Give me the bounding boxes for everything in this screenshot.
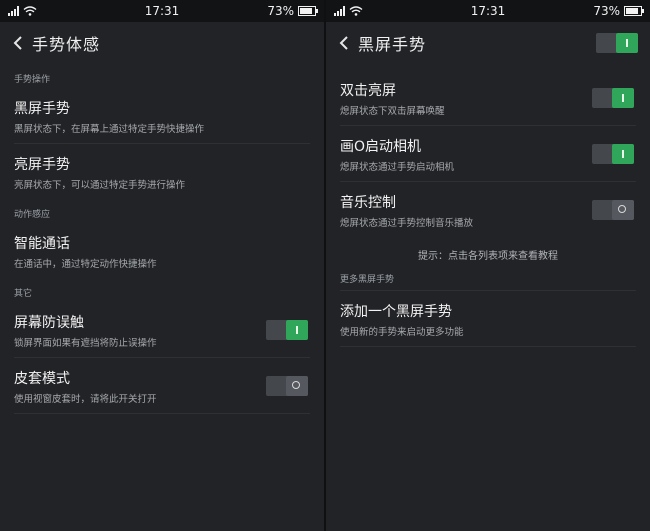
list-item-screen-off-gestures[interactable]: 黑屏手势 黑屏状态下，在屏幕上通过特定手势快捷操作 — [14, 88, 310, 144]
section-header-more-gestures: 更多黑屏手势 — [340, 268, 636, 291]
section-header-motion: 动作感应 — [14, 210, 51, 220]
battery-percent: 73% — [593, 4, 620, 18]
wifi-icon — [349, 6, 363, 16]
accidental-touch-toggle[interactable] — [266, 319, 308, 340]
item-title: 智能通话 — [14, 236, 70, 252]
battery-percent: 73% — [267, 4, 294, 18]
back-button[interactable] — [10, 35, 26, 51]
status-bar: 17:31 73% — [326, 0, 650, 22]
status-time: 17:31 — [470, 4, 506, 18]
hint-text: 提示：点击各列表项来查看教程 — [418, 251, 558, 262]
signal-icon — [8, 6, 19, 16]
status-time: 17:31 — [144, 4, 180, 18]
toggle-knob — [616, 33, 638, 53]
item-title: 黑屏手势 — [14, 101, 70, 117]
right-screen: 17:31 73% 黑屏手势 双击亮屏 熄屏状态下双击屏幕唤醒 画O启动相机 熄… — [326, 0, 650, 531]
status-bar: 17:31 73% — [0, 0, 324, 22]
battery-icon — [298, 6, 318, 16]
left-screen: 17:31 73% 手势体感 手势操作 黑屏手势 黑屏状态下，在屏幕上通过特定手… — [0, 0, 324, 531]
item-subtitle: 黑屏状态下，在屏幕上通过特定手势快捷操作 — [14, 124, 205, 135]
item-title: 亮屏手势 — [14, 157, 70, 173]
signal-icon — [334, 6, 345, 16]
camera-toggle[interactable] — [592, 143, 634, 164]
page-title: 手势体感 — [32, 35, 101, 54]
list-item-add-gesture[interactable]: 添加一个黑屏手势 使用新的手势来启动更多功能 — [340, 291, 636, 347]
section-header-gestures: 手势操作 — [14, 75, 51, 85]
list-item-cover-mode[interactable]: 皮套模式 使用视窗皮套时，请将此开关打开 — [14, 358, 310, 414]
music-toggle[interactable] — [592, 199, 634, 220]
toggle-knob — [612, 143, 634, 164]
app-bar: 黑屏手势 — [326, 22, 650, 64]
list-item-draw-o-camera[interactable]: 画O启动相机 熄屏状态通过手势启动相机 — [340, 126, 636, 182]
double-tap-toggle[interactable] — [592, 87, 634, 108]
cover-mode-toggle[interactable] — [266, 375, 308, 396]
chevron-left-icon — [339, 36, 348, 50]
item-subtitle: 亮屏状态下，可以通过特定手势进行操作 — [14, 180, 186, 191]
page-title: 黑屏手势 — [358, 35, 427, 54]
item-title: 添加一个黑屏手势 — [340, 304, 452, 320]
list-item-music-control[interactable]: 音乐控制 熄屏状态通过手势控制音乐播放 — [340, 182, 636, 237]
list-item-double-tap-wake[interactable]: 双击亮屏 熄屏状态下双击屏幕唤醒 — [340, 70, 636, 126]
list-item-accidental-touch[interactable]: 屏幕防误触 锁屏界面如果有遮挡将防止误操作 — [14, 302, 310, 358]
battery-icon — [624, 6, 644, 16]
toggle-knob — [286, 319, 308, 340]
toggle-knob — [612, 87, 634, 108]
master-toggle[interactable] — [596, 33, 638, 53]
back-button[interactable] — [336, 35, 352, 51]
toggle-knob — [286, 375, 308, 396]
wifi-icon — [23, 6, 37, 16]
chevron-left-icon — [13, 36, 22, 50]
app-bar: 手势体感 — [0, 22, 324, 64]
item-subtitle: 使用新的手势来启动更多功能 — [340, 327, 464, 338]
item-subtitle: 在通话中，通过特定动作快捷操作 — [14, 259, 157, 270]
list-item-smart-call[interactable]: 智能通话 在通话中，通过特定动作快捷操作 — [14, 223, 310, 278]
list-item-screen-on-gestures[interactable]: 亮屏手势 亮屏状态下，可以通过特定手势进行操作 — [14, 144, 310, 199]
section-header-other: 其它 — [14, 289, 33, 299]
toggle-knob — [612, 199, 634, 220]
